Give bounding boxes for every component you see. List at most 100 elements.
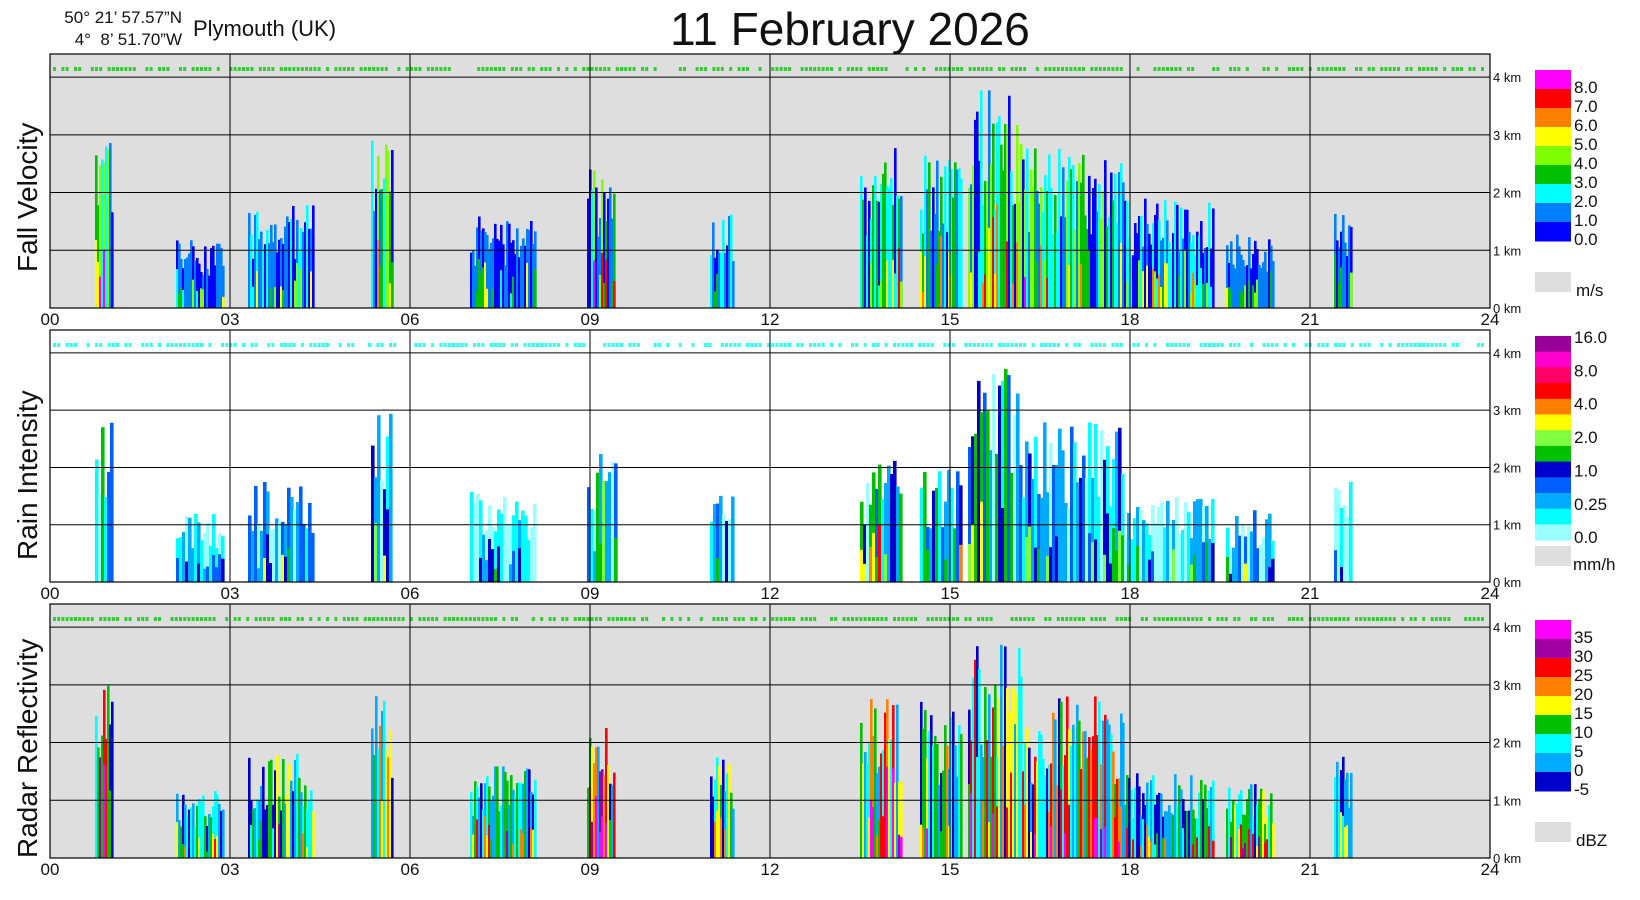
panel-fall_velocity-detection-mark <box>1014 67 1018 71</box>
panel-radar_reflectivity-detection-mark <box>1409 617 1413 621</box>
panel-radar_reflectivity-detection-mark <box>191 617 195 621</box>
panel-radar_reflectivity-detection-mark <box>494 617 497 621</box>
panel-rain_intensity-detection-mark <box>99 343 103 347</box>
panel-fall_velocity-detection-mark <box>1187 67 1190 71</box>
panel-radar_reflectivity-detection-mark <box>363 617 367 621</box>
panel-radar_reflectivity-detection-mark <box>1481 617 1484 621</box>
panel-rain_intensity-colorbar-label: 16.0 <box>1574 328 1607 347</box>
panel-radar_reflectivity-detection-mark <box>1254 617 1258 621</box>
panel-fall_velocity-detection-mark <box>1090 67 1094 71</box>
panel-rain_intensity-detection-mark <box>1103 343 1106 347</box>
panel-radar_reflectivity-detection-mark <box>1077 617 1081 621</box>
panel-fall_velocity-detection-mark <box>872 67 875 71</box>
panel-radar_reflectivity-detection-mark <box>1430 617 1434 621</box>
panel-fall_velocity-detection-mark <box>263 67 266 71</box>
panel-radar_reflectivity-detection-mark <box>1145 617 1148 621</box>
panel-radar_reflectivity-colorbar-block <box>1535 620 1571 640</box>
panel-rain_intensity-detection-mark <box>855 343 859 347</box>
panel-fall_velocity-detection-mark <box>771 67 775 71</box>
panel-radar_reflectivity-xtick-label: 06 <box>401 860 420 879</box>
panel-rain_intensity-detection-mark <box>200 343 203 347</box>
panel-fall_velocity-detection-mark <box>972 67 976 71</box>
panel-radar_reflectivity-detection-mark <box>573 617 577 621</box>
panel-fall_velocity-detection-mark <box>968 67 972 71</box>
panel-fall_velocity-detection-mark <box>1103 67 1106 71</box>
panel-radar_reflectivity-detection-mark <box>1271 617 1274 621</box>
panel-radar_reflectivity-detection-mark <box>1392 617 1396 621</box>
panel-fall_velocity-detection-mark <box>200 67 203 71</box>
panel-radar_reflectivity-detection-mark <box>624 617 628 621</box>
panel-rain_intensity-detection-mark <box>1170 343 1174 347</box>
panel-fall_velocity-detection-mark <box>279 67 283 71</box>
panel-fall_velocity-detection-mark <box>783 67 787 71</box>
panel-rain_intensity-echo-column <box>389 413 393 582</box>
panel-fall_velocity-colorbar-label: 5.0 <box>1574 135 1598 154</box>
panel-radar_reflectivity-detection-mark <box>1044 617 1048 621</box>
panel-rain_intensity-colorbar-block <box>1535 351 1571 368</box>
panel-fall_velocity-detection-mark <box>821 67 825 71</box>
panel-fall_velocity-xtick-label: 21 <box>1301 310 1320 329</box>
panel-rain_intensity-detection-mark <box>1182 343 1186 347</box>
panel-rain_intensity-detection-mark <box>498 343 502 347</box>
panel-radar_reflectivity-detection-mark <box>1413 617 1417 621</box>
panel-rain_intensity-colorbar-block <box>1535 414 1571 431</box>
panel-fall_velocity-detection-mark <box>1115 67 1119 71</box>
panel-fall_velocity-detection-mark <box>1455 67 1459 71</box>
panel-rain_intensity-detection-mark <box>977 343 980 347</box>
panel-radar_reflectivity-detection-mark <box>279 617 283 621</box>
panel-rain_intensity-detection-mark <box>1237 343 1241 347</box>
panel-rain_intensity-detection-mark <box>725 343 728 347</box>
panel-rain_intensity-detection-mark <box>884 343 888 347</box>
panel-radar_reflectivity-detection-mark <box>754 617 758 621</box>
panel-rain_intensity-colorbar-label: 0.25 <box>1574 495 1607 514</box>
panel-rain_intensity-detection-mark <box>179 343 182 347</box>
panel-radar_reflectivity-detection-mark <box>809 617 812 621</box>
panel-radar_reflectivity-colorbar-block <box>1535 639 1571 659</box>
panel-rain_intensity-detection-mark <box>632 343 636 347</box>
panel-rain_intensity-detection-mark <box>1481 343 1484 347</box>
panel-fall_velocity-colorbar-label: 8.0 <box>1574 78 1598 97</box>
panel-fall_velocity-colorbar-label: 4.0 <box>1574 154 1598 173</box>
panel-rain_intensity-detection-mark <box>968 343 972 347</box>
panel-fall_velocity-detection-mark <box>586 67 590 71</box>
panel-rain_intensity-detection-mark <box>447 343 451 347</box>
panel-rain_intensity-detection-mark <box>1401 343 1405 347</box>
panel-radar_reflectivity-detection-mark <box>939 617 943 621</box>
panel-fall_velocity-detection-mark <box>1019 67 1022 71</box>
panel-rain_intensity-detection-mark <box>515 343 518 347</box>
panel-rain_intensity-detection-mark <box>1325 343 1329 347</box>
panel-fall_velocity-detection-mark <box>95 67 98 71</box>
panel-fall_velocity-colorbar-block <box>1535 108 1571 128</box>
panel-fall_velocity-detection-mark <box>594 67 598 71</box>
panel-radar_reflectivity-colorbar-label: 35 <box>1574 628 1593 647</box>
panel-rain_intensity-detection-mark <box>989 343 993 347</box>
panel-rain_intensity-detection-mark <box>368 343 371 347</box>
panel-rain_intensity-detection-mark <box>242 343 245 347</box>
panel-radar_reflectivity-detection-mark <box>582 617 586 621</box>
panel-rain_intensity-ytick-label: 1 km <box>1493 518 1521 533</box>
panel-fall_velocity-detection-mark <box>804 67 808 71</box>
panel-fall_velocity-detection-mark <box>851 67 854 71</box>
panel-radar_reflectivity-detection-mark <box>1061 617 1064 621</box>
panel-rain_intensity-detection-mark <box>422 343 426 347</box>
panel-radar_reflectivity-detection-mark <box>716 617 720 621</box>
panel-rain_intensity-detection-mark <box>611 343 615 347</box>
panel-fall_velocity-detection-mark <box>405 67 409 71</box>
panel-rain_intensity-detection-mark <box>1023 343 1027 347</box>
panel-fall_velocity-detection-mark <box>1321 67 1325 71</box>
panel-fall_velocity-detection-mark <box>905 67 909 71</box>
panel-fall_velocity-detection-mark <box>1296 67 1300 71</box>
panel-radar_reflectivity-detection-mark <box>401 617 405 621</box>
panel-rain_intensity-detection-mark <box>418 343 422 347</box>
panel-rain_intensity-detection-mark <box>863 343 867 347</box>
panel-fall_velocity-detection-mark <box>624 67 628 71</box>
panel-fall_velocity-detection-mark <box>267 67 271 71</box>
panel-radar_reflectivity-detection-mark <box>662 617 665 621</box>
panel-radar_reflectivity-detection-mark <box>246 617 250 621</box>
panel-radar_reflectivity-detection-mark <box>347 617 350 621</box>
panel-radar_reflectivity-xtick-label: 15 <box>941 860 960 879</box>
panel-rain_intensity-detection-mark <box>800 343 804 347</box>
panel-fall_velocity-detection-mark <box>342 67 346 71</box>
panel-rain_intensity-echo-column <box>1349 481 1353 582</box>
panel-rain_intensity-detection-mark <box>477 343 481 347</box>
